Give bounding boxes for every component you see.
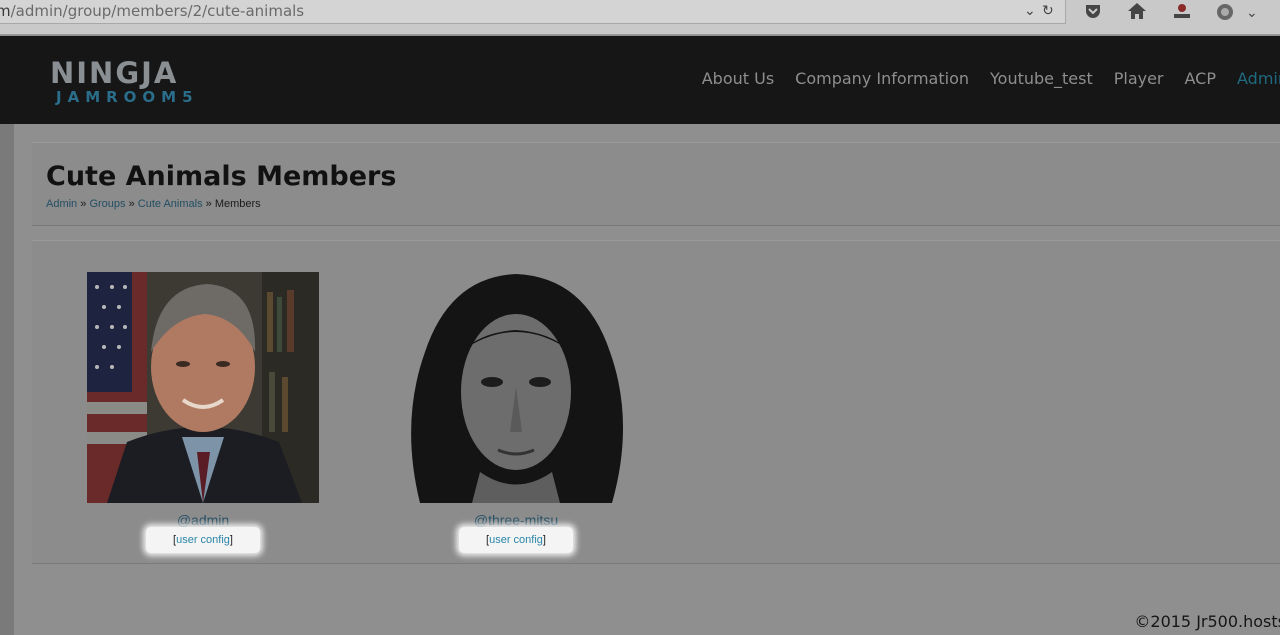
user-config-link[interactable]: user config [489, 534, 543, 546]
breadcrumb-admin[interactable]: Admin [46, 198, 77, 210]
member-avatar[interactable] [87, 272, 319, 503]
user-config-box: [user config] [146, 527, 260, 553]
url-text: m/admin/group/members/2/cute-animals [0, 2, 305, 20]
user-config-link[interactable]: user config [176, 534, 230, 546]
nav-player[interactable]: Player [1114, 69, 1164, 88]
chevron-down-icon[interactable]: ⌄ [1246, 4, 1258, 21]
breadcrumb-separator: » [205, 198, 212, 210]
main-nav: About Us Company Information Youtube_tes… [702, 69, 1280, 88]
nav-about-us[interactable]: About Us [702, 69, 774, 88]
home-icon[interactable] [1127, 2, 1147, 25]
breadcrumb-cute-animals[interactable]: Cute Animals [138, 198, 203, 210]
breadcrumb-separator: » [80, 198, 87, 210]
bracket: ] [229, 534, 233, 546]
logo-subtitle: JAMROOM5 [56, 88, 199, 106]
title-panel: Cute Animals Members Admin » Groups » Cu… [32, 142, 1280, 226]
nav-acp[interactable]: ACP [1185, 69, 1216, 88]
footer-copyright: ©2015 Jr500.hosts [1134, 612, 1280, 631]
logo[interactable]: NINGJA [50, 58, 178, 88]
breadcrumb-current: Members [214, 198, 261, 210]
user-config-box: [user config] [459, 527, 573, 553]
members-panel: @admin [user config] @three-mitsu [user [32, 240, 1280, 564]
left-edge [0, 124, 14, 635]
member-avatar[interactable] [400, 272, 632, 503]
pocket-icon[interactable] [1084, 2, 1102, 25]
breadcrumb-separator: » [128, 198, 135, 210]
settings-icon[interactable] [1215, 2, 1235, 27]
nav-youtube-test[interactable]: Youtube_test [990, 69, 1093, 88]
reload-icon[interactable]: ↻ [1042, 2, 1054, 19]
breadcrumb-groups[interactable]: Groups [89, 198, 125, 210]
nav-company-information[interactable]: Company Information [795, 69, 969, 88]
member-name[interactable]: @admin [87, 512, 319, 528]
browser-toolbar: m/admin/group/members/2/cute-animals ⌄ ↻… [0, 0, 1280, 35]
member-name[interactable]: @three-mitsu [400, 512, 632, 528]
member-card: @admin [user config] [87, 272, 319, 553]
url-field[interactable]: m/admin/group/members/2/cute-animals ⌄ ↻ [0, 0, 1066, 24]
site-header: NINGJA JAMROOM5 About Us Company Informa… [0, 36, 1280, 124]
bracket: ] [542, 534, 546, 546]
nav-admin[interactable]: Admin [1237, 69, 1280, 88]
member-card: @three-mitsu [user config] [400, 272, 632, 553]
download-icon[interactable] [1172, 2, 1192, 25]
dropdown-icon[interactable]: ⌄ [1024, 2, 1036, 19]
breadcrumb: Admin » Groups » Cute Animals » Members [46, 198, 261, 210]
page-title: Cute Animals Members [46, 161, 397, 192]
